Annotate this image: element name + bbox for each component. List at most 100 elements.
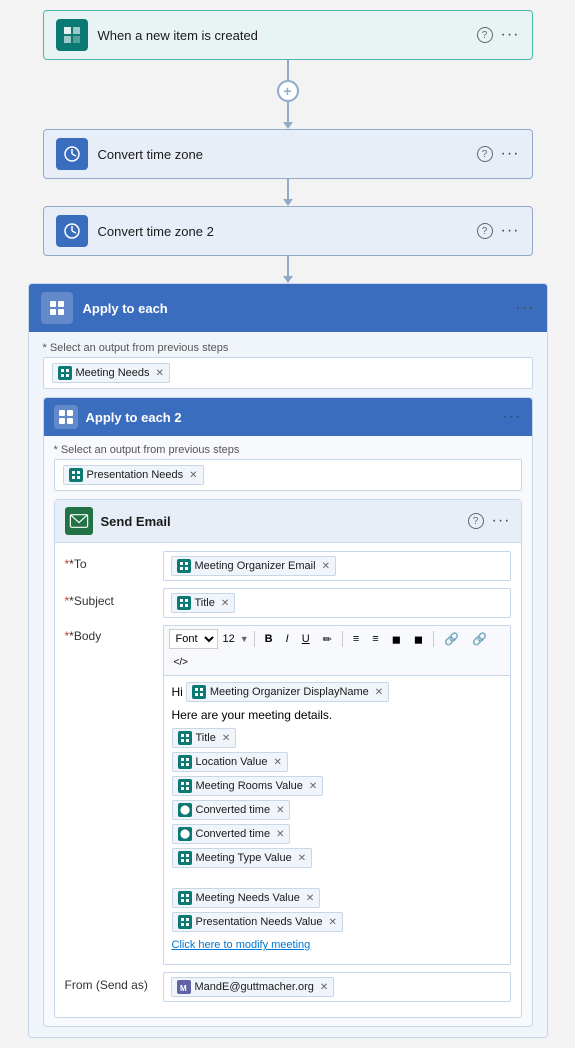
presentation-needs-token-icon (69, 468, 83, 482)
from-token-remove[interactable]: ✕ (320, 982, 328, 993)
apply-each-label: Apply to each (83, 301, 516, 316)
apply-each-2-icon (54, 405, 78, 429)
organizer-name-remove[interactable]: ✕ (375, 687, 383, 698)
connector-2 (283, 179, 293, 206)
toolbar-divider-3 (433, 631, 434, 647)
greeting-text: Hi (172, 685, 183, 699)
rich-text-toolbar: Font 12 ▼ B I U ✏ (163, 625, 511, 676)
convert-tz-1-actions: ? ··· (477, 145, 520, 163)
converted-time-1-icon (178, 803, 192, 817)
meeting-type-icon (178, 851, 192, 865)
outdent-btn[interactable]: ◼ (409, 629, 428, 649)
meeting-rooms-remove[interactable]: ✕ (309, 781, 317, 792)
image-btn[interactable]: 🔗 (467, 629, 492, 649)
converted-time-1-token: Converted time ✕ (172, 800, 291, 820)
organizer-name-icon (192, 685, 206, 699)
apply-each-header: Apply to each ··· (29, 284, 547, 332)
convert-tz-2-help-icon[interactable]: ? (477, 223, 493, 239)
body-token-converted-2: Converted time ✕ (172, 824, 502, 844)
apply-each-2-menu-btn[interactable]: ··· (503, 408, 522, 426)
meeting-details-text: Here are your meeting details. (172, 708, 333, 722)
italic-btn[interactable]: I (281, 629, 294, 649)
meeting-details-line: Here are your meeting details. (172, 706, 502, 724)
link-btn[interactable]: 🔗 (439, 629, 464, 649)
font-color-btn[interactable]: ✏ (318, 629, 337, 649)
send-email-card: Send Email ? ··· **To (54, 499, 522, 1018)
meeting-needs-value-remove[interactable]: ✕ (306, 893, 314, 904)
convert-tz-1-menu-btn[interactable]: ··· (501, 145, 520, 163)
from-input[interactable]: M MandE@guttmacher.org ✕ (163, 972, 511, 1002)
convert-tz-1-help-icon[interactable]: ? (477, 146, 493, 162)
meeting-needs-value-token: Meeting Needs Value ✕ (172, 888, 321, 908)
send-email-header: Send Email ? ··· (55, 500, 521, 543)
apply-each-menu-btn[interactable]: ··· (516, 299, 535, 317)
rich-body-content[interactable]: Hi Meeting Organizer DisplayName ✕ (163, 676, 511, 965)
to-row: **To Meeting Organizer Email ✕ (65, 551, 511, 581)
send-email-menu-btn[interactable]: ··· (492, 512, 511, 530)
apply-each-output-input[interactable]: Meeting Needs ✕ (43, 357, 533, 389)
to-token-label: Meeting Organizer Email (195, 560, 316, 572)
body-token-meeting-rooms: Meeting Rooms Value ✕ (172, 776, 502, 796)
to-input[interactable]: Meeting Organizer Email ✕ (163, 551, 511, 581)
trigger-menu-btn[interactable]: ··· (501, 26, 520, 44)
subject-token-label: Title (195, 597, 215, 609)
apply-each-2-output-input[interactable]: Presentation Needs ✕ (54, 459, 522, 491)
title-token: Title ✕ (172, 728, 237, 748)
subject-token-remove[interactable]: ✕ (221, 598, 229, 609)
font-size-arrow[interactable]: ▼ (240, 634, 249, 644)
meeting-rooms-token: Meeting Rooms Value ✕ (172, 776, 324, 796)
font-select[interactable]: Font (169, 629, 218, 649)
underline-btn[interactable]: U (297, 629, 315, 649)
meeting-needs-token-remove[interactable]: ✕ (156, 368, 164, 379)
apply-each-2-container: Apply to each 2 ··· * Select an output f… (43, 397, 533, 1027)
bold-btn[interactable]: B (260, 629, 278, 649)
trigger-icon (56, 19, 88, 51)
meeting-rooms-label: Meeting Rooms Value (196, 780, 303, 792)
convert-tz-1-step: Convert time zone ? ··· (43, 129, 533, 179)
convert-tz-2-icon (56, 215, 88, 247)
body-token-meeting-type: Meeting Type Value ✕ (172, 848, 502, 868)
subject-label: **Subject (65, 588, 155, 608)
presentation-needs-token: Presentation Needs ✕ (63, 465, 204, 485)
indent-btn[interactable]: ◼ (387, 629, 406, 649)
meeting-needs-token: Meeting Needs ✕ (52, 363, 170, 383)
title-remove[interactable]: ✕ (222, 733, 230, 744)
presentation-needs-value-remove[interactable]: ✕ (329, 917, 337, 928)
body-label: **Body (65, 625, 155, 643)
modify-link-line: Click here to modify meeting (172, 936, 502, 954)
meeting-type-remove[interactable]: ✕ (298, 853, 306, 864)
meeting-rooms-token-icon (178, 779, 192, 793)
apply-each-icon (41, 292, 73, 324)
apply-each-2-label: Apply to each 2 (86, 410, 503, 425)
convert-tz-2-menu-btn[interactable]: ··· (501, 222, 520, 240)
modify-meeting-link[interactable]: Click here to modify meeting (172, 939, 311, 951)
to-label: **To (65, 551, 155, 571)
code-btn[interactable]: </> (169, 652, 193, 672)
send-email-label: Send Email (101, 514, 468, 529)
ol-btn[interactable]: ≡ (367, 629, 383, 649)
ul-btn[interactable]: ≡ (348, 629, 364, 649)
presentation-needs-token-remove[interactable]: ✕ (189, 470, 197, 481)
location-label: Location Value (196, 756, 268, 768)
to-token-remove[interactable]: ✕ (322, 561, 330, 572)
title-label: Title (196, 732, 216, 744)
send-email-help-icon[interactable]: ? (468, 513, 484, 529)
trigger-help-icon[interactable]: ? (477, 27, 493, 43)
convert-tz-1-label: Convert time zone (98, 147, 477, 162)
location-remove[interactable]: ✕ (273, 757, 281, 768)
from-token-label: MandE@guttmacher.org (195, 981, 314, 993)
meeting-type-label: Meeting Type Value (196, 852, 292, 864)
subject-row: **Subject Title ✕ (65, 588, 511, 618)
add-step-btn-1[interactable]: + (277, 80, 299, 102)
apply-each-2-output-row: * Select an output from previous steps P… (54, 444, 522, 491)
convert-tz-2-label: Convert time zone 2 (98, 224, 477, 239)
body-token-location: Location Value ✕ (172, 752, 502, 772)
svg-text:M: M (180, 984, 187, 992)
subject-input[interactable]: Title ✕ (163, 588, 511, 618)
trigger-actions: ? ··· (477, 26, 520, 44)
to-token: Meeting Organizer Email ✕ (171, 556, 336, 576)
converted-time-1-remove[interactable]: ✕ (276, 805, 284, 816)
converted-time-2-remove[interactable]: ✕ (276, 829, 284, 840)
trigger-label: When a new item is created (98, 28, 477, 43)
presentation-needs-value-token: Presentation Needs Value ✕ (172, 912, 343, 932)
